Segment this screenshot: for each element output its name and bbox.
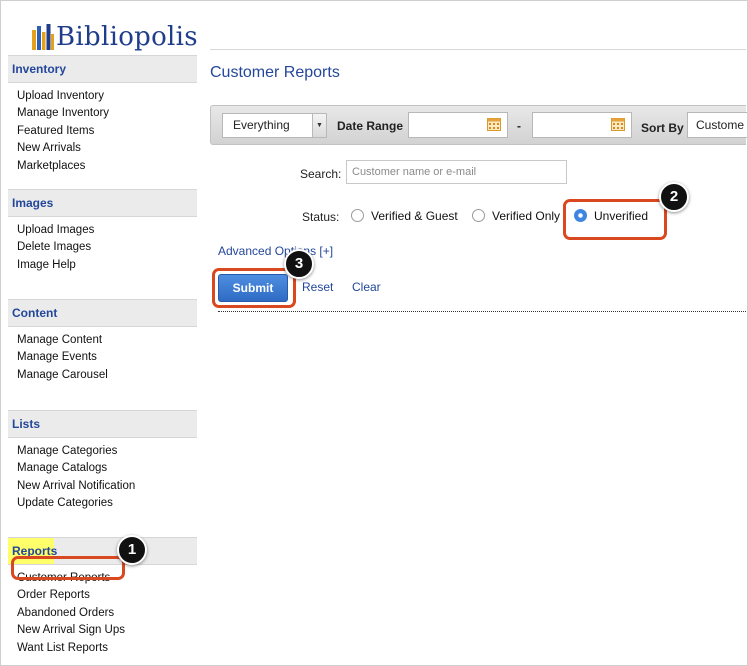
sidebar-item-new-arrival-notification[interactable]: New Arrival Notification <box>17 478 197 495</box>
radio-label-verified-only[interactable]: Verified Only <box>492 209 560 223</box>
sidebar-section-images: Images Upload Images Delete Images Image… <box>8 189 197 299</box>
sidebar-heading: Content <box>8 299 197 327</box>
sidebar-item-manage-categories[interactable]: Manage Categories <box>17 443 197 460</box>
step-badge-3: 3 <box>284 249 314 279</box>
sidebar-item-image-help[interactable]: Image Help <box>17 257 197 274</box>
page-title: Customer Reports <box>210 64 340 81</box>
step-badge-1: 1 <box>117 535 147 565</box>
reset-link[interactable]: Reset <box>302 280 333 294</box>
sidebar-section-inventory: Inventory Upload Inventory Manage Invent… <box>8 55 197 189</box>
calendar-icon[interactable] <box>611 118 625 131</box>
chevron-down-icon[interactable]: ▼ <box>312 114 326 137</box>
sidebar-heading: Inventory <box>8 55 197 83</box>
radio-verified-guest[interactable] <box>351 209 364 222</box>
sidebar-section-content: Content Manage Content Manage Events Man… <box>8 299 197 410</box>
search-label: Search: <box>300 167 342 181</box>
callout-box-2 <box>563 199 667 240</box>
sidebar-item-manage-inventory[interactable]: Manage Inventory <box>17 105 197 122</box>
filter-bar: Everything ▼ Date Range - Sort By Custom… <box>210 105 747 145</box>
type-select-value: Everything <box>233 118 290 132</box>
date-from-input[interactable] <box>408 112 508 138</box>
sidebar-heading: Images <box>8 189 197 217</box>
date-range-label: Date Range <box>337 119 404 133</box>
sort-by-select[interactable]: Custome <box>687 112 747 138</box>
clear-link[interactable]: Clear <box>352 280 381 294</box>
sidebar-section-lists: Lists Manage Categories Manage Catalogs … <box>8 410 197 537</box>
sidebar-item-manage-catalogs[interactable]: Manage Catalogs <box>17 460 197 477</box>
sidebar-item-manage-events[interactable]: Manage Events <box>17 349 197 366</box>
sidebar-item-delete-images[interactable]: Delete Images <box>17 239 197 256</box>
callout-box-1 <box>11 556 125 580</box>
advanced-options-link[interactable]: Advanced Options [+] <box>218 244 333 258</box>
sidebar-item-marketplaces[interactable]: Marketplaces <box>17 158 197 175</box>
radio-label-verified-guest[interactable]: Verified & Guest <box>371 209 458 223</box>
radio-verified-only[interactable] <box>472 209 485 222</box>
site-logo[interactable]: Bibliopolis <box>32 14 198 50</box>
header-divider <box>210 49 746 50</box>
date-to-input[interactable] <box>532 112 632 138</box>
books-icon <box>32 24 54 50</box>
sidebar-item-want-list-reports[interactable]: Want List Reports <box>17 640 197 657</box>
sidebar-item-new-arrival-sign-ups[interactable]: New Arrival Sign Ups <box>17 622 197 639</box>
sidebar-item-update-categories[interactable]: Update Categories <box>17 495 197 512</box>
sidebar-item-featured-items[interactable]: Featured Items <box>17 123 197 140</box>
status-label: Status: <box>302 210 340 224</box>
sort-by-label: Sort By <box>641 121 684 135</box>
sidebar-item-order-reports[interactable]: Order Reports <box>17 587 197 604</box>
sidebar-item-upload-inventory[interactable]: Upload Inventory <box>17 88 197 105</box>
sidebar-item-manage-content[interactable]: Manage Content <box>17 332 197 349</box>
type-select[interactable]: Everything ▼ <box>222 113 327 138</box>
sidebar-item-new-arrivals[interactable]: New Arrivals <box>17 140 197 157</box>
sidebar-item-upload-images[interactable]: Upload Images <box>17 222 197 239</box>
step-badge-2: 2 <box>659 182 689 212</box>
calendar-icon[interactable] <box>487 118 501 131</box>
sidebar-heading: Lists <box>8 410 197 438</box>
search-input[interactable] <box>346 160 567 184</box>
results-divider <box>218 311 746 312</box>
sidebar-item-manage-carousel[interactable]: Manage Carousel <box>17 367 197 384</box>
sidebar-section-reports: Reports Customer Reports Order Reports A… <box>8 537 197 657</box>
date-separator: - <box>517 119 521 133</box>
sidebar-item-abandoned-orders[interactable]: Abandoned Orders <box>17 605 197 622</box>
callout-box-3 <box>212 268 296 308</box>
logo-text: Bibliopolis <box>56 22 198 52</box>
